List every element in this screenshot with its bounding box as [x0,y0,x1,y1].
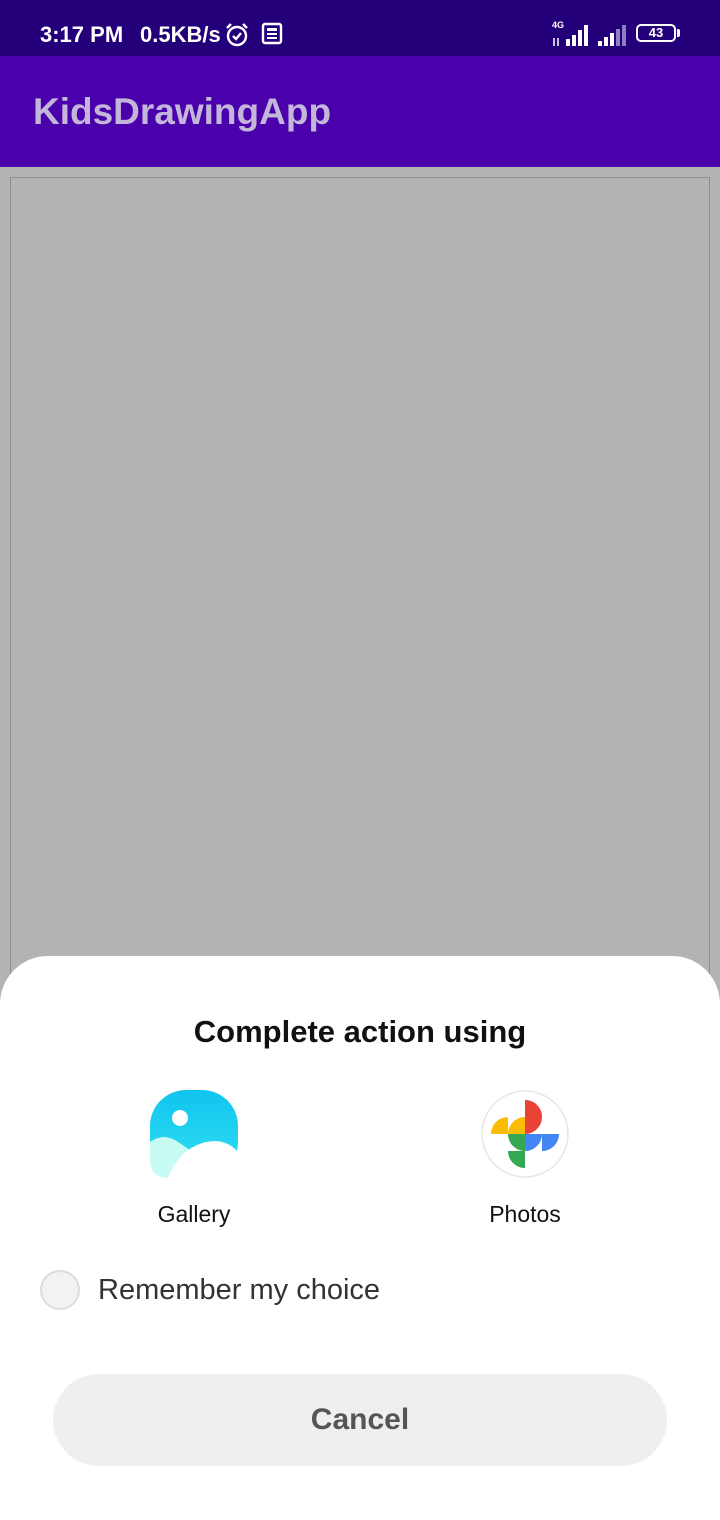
battery-tip [677,29,680,37]
app-label-photos: Photos [489,1201,561,1227]
app-title: KidsDrawingApp [33,91,332,132]
status-time: 3:17 PM [40,22,124,47]
remember-choice-row[interactable]: Remember my choice [40,1270,680,1312]
remember-choice-radio[interactable] [40,1270,80,1310]
alarm-icon [226,23,248,47]
remember-choice-label: Remember my choice [98,1274,381,1306]
app-option-gallery[interactable]: Gallery [94,1088,294,1238]
app-label-gallery: Gallery [157,1201,231,1227]
app-option-photos[interactable]: Photos [425,1088,625,1238]
network-speed: 0.5KB/s [140,22,221,47]
cancel-button[interactable]: Cancel [53,1374,667,1466]
chooser-bottom-sheet: Complete action using Gallery Photos Rem… [0,956,720,1520]
battery-icon: 43 [636,24,676,42]
signal-icon [553,25,588,46]
app-bar: KidsDrawingApp [0,56,720,167]
chooser-title: Complete action using [193,1014,527,1049]
signal-icon [598,25,626,46]
battery-level: 43 [648,25,664,40]
gallery-icon [150,1090,238,1178]
drawing-canvas[interactable] [10,177,710,1017]
news-icon [261,22,283,45]
photos-icon [481,1090,569,1178]
status-bar: 3:17 PM 0.5KB/s 4G 43 [0,0,720,56]
